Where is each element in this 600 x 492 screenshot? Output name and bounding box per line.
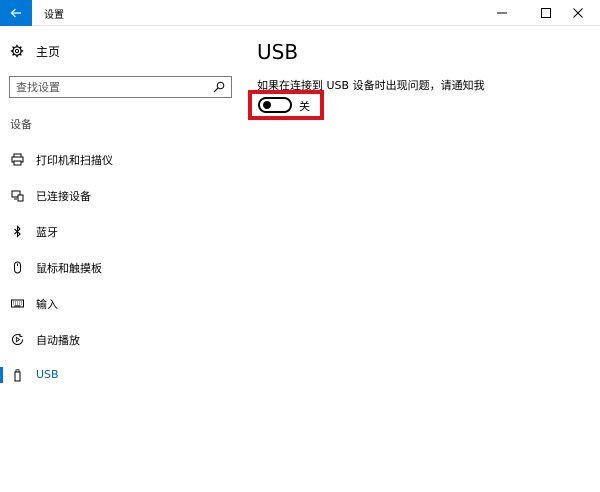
search-box[interactable]: [9, 76, 232, 98]
sidebar-item-label: 输入: [36, 298, 58, 311]
window-title: 设置: [44, 10, 64, 21]
printer-icon: [10, 152, 24, 166]
usb-icon: [10, 368, 24, 382]
sidebar-item-label: 鼠标和触摸板: [36, 262, 102, 275]
back-button[interactable]: [0, 0, 32, 26]
page-title: USB: [257, 40, 299, 64]
sidebar-item-autoplay[interactable]: 自动播放: [0, 326, 240, 352]
sidebar-item-label: 打印机和扫描仪: [36, 154, 113, 167]
bluetooth-icon: [10, 224, 24, 238]
sidebar-item-usb[interactable]: USB: [0, 362, 240, 388]
close-icon: [573, 8, 583, 18]
maximize-icon: [541, 8, 551, 18]
section-title: 设备: [10, 118, 32, 131]
minimize-button[interactable]: [480, 0, 524, 26]
gear-icon: [10, 44, 24, 58]
toggle-knob: [263, 101, 271, 109]
sidebar-item-bluetooth[interactable]: 蓝牙: [0, 218, 240, 244]
minimize-icon: [497, 12, 507, 14]
sidebar-item-label: 蓝牙: [36, 226, 58, 239]
sidebar-item-mouse[interactable]: 鼠标和触摸板: [0, 254, 240, 280]
sidebar-item-home[interactable]: 主页: [10, 42, 60, 60]
autoplay-icon: [10, 332, 24, 346]
search-input[interactable]: [10, 77, 206, 97]
search-icon[interactable]: [213, 81, 225, 93]
usb-notify-toggle[interactable]: [258, 97, 292, 113]
selection-indicator: [0, 367, 3, 383]
mouse-icon: [10, 260, 24, 274]
sidebar-item-label: 自动播放: [36, 334, 80, 347]
keyboard-icon: [10, 296, 24, 310]
title-bar: 设置: [0, 0, 600, 26]
sidebar-item-input[interactable]: 输入: [0, 290, 240, 316]
connected-devices-icon: [10, 188, 24, 202]
sidebar-item-label: 已连接设备: [36, 190, 91, 203]
sidebar-item-label: 主页: [36, 44, 61, 59]
sidebar-item-connected-devices[interactable]: 已连接设备: [0, 182, 240, 208]
sidebar-item-label: USB: [36, 368, 59, 381]
back-arrow-icon: [10, 8, 21, 18]
toggle-state-label: 关: [299, 100, 310, 113]
sidebar-item-printers[interactable]: 打印机和扫描仪: [0, 146, 240, 172]
close-button[interactable]: [556, 0, 600, 26]
